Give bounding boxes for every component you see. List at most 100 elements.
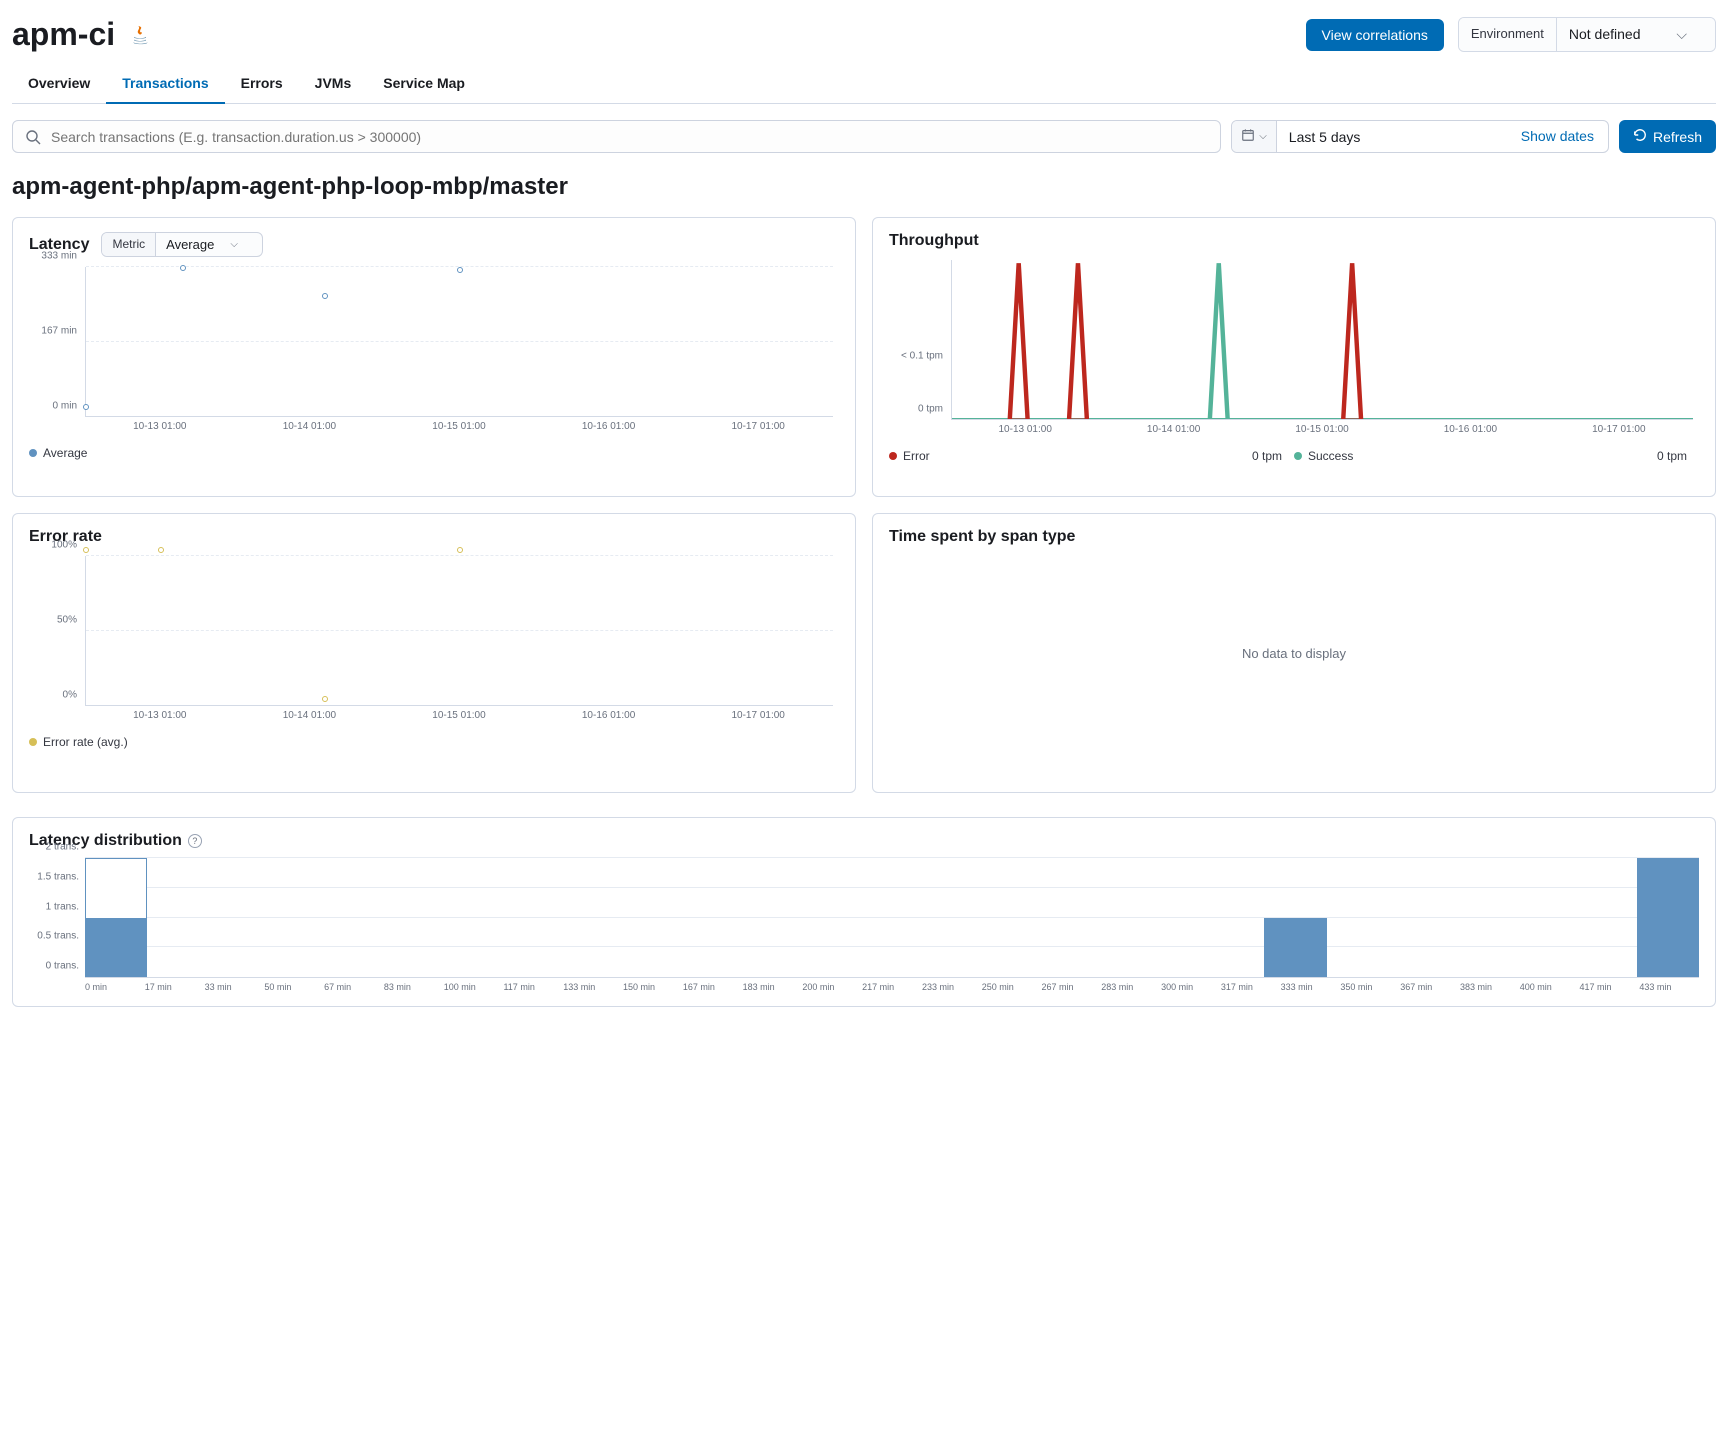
latency-distribution-panel: Latency distribution ? 0 trans. 0.5 tran…: [12, 817, 1716, 1007]
latency-chart: 0 min 167 min 333 min: [29, 267, 839, 417]
xtick: 10-17 01:00: [683, 421, 833, 432]
tabs: Overview Transactions Errors JVMs Servic…: [12, 65, 1716, 104]
xtick: 300 min: [1161, 982, 1221, 992]
tab-overview[interactable]: Overview: [12, 65, 106, 103]
legend-value: 0 tpm: [1657, 449, 1699, 463]
refresh-button[interactable]: Refresh: [1619, 120, 1716, 153]
latency-panel: Latency Metric Average ⌵ 0 min 167 min 3…: [12, 217, 856, 497]
throughput-title: Throughput: [889, 232, 979, 250]
help-icon[interactable]: ?: [188, 834, 202, 848]
legend-dot-icon: [29, 738, 37, 746]
search-input[interactable]: [51, 129, 1208, 145]
xtick: 10-15 01:00: [384, 710, 534, 721]
chevron-down-icon: ⌵: [1259, 131, 1267, 142]
ytick: < 0.1 tpm: [901, 351, 943, 362]
legend-label: Average: [43, 446, 87, 460]
legend-value: 0 tpm: [1252, 449, 1294, 463]
ytick: 0.5 trans.: [37, 931, 79, 942]
ytick: 2 trans.: [46, 842, 79, 853]
xtick: 10-17 01:00: [683, 710, 833, 721]
ytick: 50%: [57, 615, 77, 626]
xtick: 183 min: [743, 982, 803, 992]
legend-dot-icon: [889, 452, 897, 460]
environment-selector[interactable]: Environment Not defined ⌵: [1458, 17, 1716, 52]
xtick: 417 min: [1580, 982, 1640, 992]
xtick: 10-17 01:00: [1545, 424, 1693, 435]
xtick: 133 min: [563, 982, 623, 992]
xtick: 333 min: [1281, 982, 1341, 992]
xtick: 0 min: [85, 982, 145, 992]
xtick: 67 min: [324, 982, 384, 992]
xtick: 10-14 01:00: [235, 421, 385, 432]
ytick: 0 trans.: [46, 961, 79, 972]
latency-distribution-chart: 0 trans. 0.5 trans. 1 trans. 1.5 trans. …: [85, 858, 1699, 978]
show-dates-button[interactable]: Show dates: [1507, 121, 1608, 152]
tab-errors[interactable]: Errors: [225, 65, 299, 103]
calendar-icon: [1241, 128, 1255, 145]
xtick: 10-16 01:00: [534, 710, 684, 721]
ytick: 0 min: [53, 401, 77, 412]
xtick: 100 min: [444, 982, 504, 992]
xtick: 267 min: [1042, 982, 1102, 992]
xtick: 10-16 01:00: [1396, 424, 1544, 435]
span-type-panel: Time spent by span type No data to displ…: [872, 513, 1716, 793]
date-range-value: Last 5 days: [1277, 121, 1507, 152]
xtick: 10-15 01:00: [1248, 424, 1396, 435]
xtick: 433 min: [1639, 982, 1699, 992]
xtick: 83 min: [384, 982, 444, 992]
xtick: 10-15 01:00: [384, 421, 534, 432]
xtick: 233 min: [922, 982, 982, 992]
error-rate-legend: Error rate (avg.): [29, 735, 839, 749]
span-type-title: Time spent by span type: [889, 528, 1075, 546]
date-picker-button[interactable]: ⌵: [1232, 121, 1277, 152]
legend-label: Success: [1308, 449, 1353, 463]
xtick: 317 min: [1221, 982, 1281, 992]
xtick: 283 min: [1101, 982, 1161, 992]
xtick: 10-14 01:00: [235, 710, 385, 721]
xtick: 33 min: [205, 982, 265, 992]
throughput-legend: Error 0 tpm Success 0 tpm: [889, 449, 1699, 463]
ytick: 100%: [51, 540, 77, 551]
throughput-chart: 0 tpm < 0.1 tpm: [889, 260, 1699, 420]
java-icon: [127, 21, 155, 49]
xtick: 217 min: [862, 982, 922, 992]
xtick: 50 min: [264, 982, 324, 992]
xtick: 10-13 01:00: [85, 421, 235, 432]
throughput-panel: Throughput 0 tpm < 0.1 tpm 10-13 01:00 1…: [872, 217, 1716, 497]
error-rate-panel: Error rate 0% 50% 100% 10-13 01:00 10-14…: [12, 513, 856, 793]
ytick: 167 min: [41, 326, 77, 337]
refresh-icon: [1633, 128, 1647, 145]
tab-jvms[interactable]: JVMs: [299, 65, 368, 103]
no-data-message: No data to display: [889, 646, 1699, 661]
xtick: 200 min: [802, 982, 862, 992]
chevron-down-icon: ⌵: [230, 239, 238, 250]
chevron-down-icon: ⌵: [1676, 26, 1687, 42]
page-title: apm-ci: [12, 16, 115, 53]
tab-transactions[interactable]: Transactions: [106, 65, 224, 103]
ytick: 1.5 trans.: [37, 871, 79, 882]
xtick: 10-16 01:00: [534, 421, 684, 432]
metric-label: Metric: [102, 233, 156, 256]
legend-dot-icon: [1294, 452, 1302, 460]
environment-value: Not defined: [1569, 26, 1641, 42]
search-icon: [25, 129, 41, 145]
ytick: 0%: [63, 690, 77, 701]
transaction-title: apm-agent-php/apm-agent-php-loop-mbp/mas…: [12, 173, 1716, 201]
xtick: 117 min: [503, 982, 563, 992]
xtick: 167 min: [683, 982, 743, 992]
search-box[interactable]: [12, 120, 1221, 153]
tab-service-map[interactable]: Service Map: [367, 65, 481, 103]
latency-metric-selector[interactable]: Metric Average ⌵: [101, 232, 262, 257]
xtick: 10-13 01:00: [951, 424, 1099, 435]
ytick: 1 trans.: [46, 901, 79, 912]
metric-value: Average: [166, 237, 214, 252]
xtick: 10-13 01:00: [85, 710, 235, 721]
ytick: 0 tpm: [918, 404, 943, 415]
error-rate-chart: 0% 50% 100%: [29, 556, 839, 706]
view-correlations-button[interactable]: View correlations: [1306, 19, 1444, 51]
legend-dot-icon: [29, 449, 37, 457]
xtick: 367 min: [1400, 982, 1460, 992]
xtick: 250 min: [982, 982, 1042, 992]
legend-label: Error rate (avg.): [43, 735, 128, 749]
latency-legend: Average: [29, 446, 839, 460]
